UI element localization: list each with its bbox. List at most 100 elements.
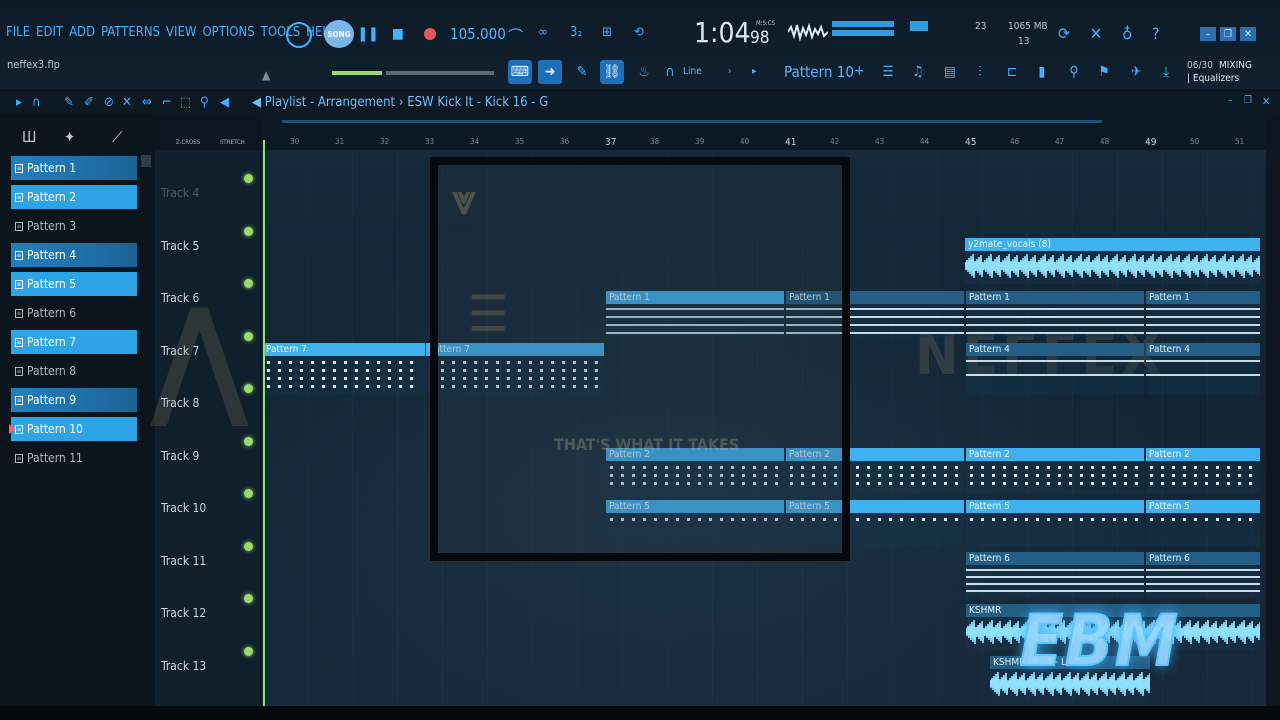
master-volume-slider[interactable] — [386, 71, 494, 75]
clip-header[interactable]: Pattern 4 — [966, 343, 1144, 356]
help-icon[interactable]: ? — [1152, 24, 1160, 43]
track-mute-led[interactable] — [244, 226, 253, 236]
playlist-icon[interactable]: ☰ — [876, 60, 900, 84]
pattern-item[interactable]: ≡ Pattern 7 — [11, 330, 137, 354]
track-mute-led[interactable] — [244, 594, 253, 603]
playlist-menu-icon[interactable]: ▸ — [16, 95, 22, 110]
speaker-icon[interactable]: ◀ — [252, 95, 261, 110]
picker-patterns-tab[interactable]: Ш — [22, 128, 36, 146]
undo-icon[interactable]: ⟳ — [1058, 24, 1070, 43]
track-label[interactable]: Track 10 — [161, 501, 206, 515]
loop-record-icon[interactable]: ⟲ — [634, 25, 644, 40]
metronome-icon[interactable]: ⌒ — [508, 25, 523, 46]
chevron-right-icon[interactable]: › — [728, 66, 732, 77]
clip-header[interactable]: Pattern 6 — [1146, 552, 1260, 565]
playlist-clip[interactable]: Pattern 5 — [1146, 500, 1260, 546]
select-icon[interactable]: ⬚ — [180, 95, 191, 110]
master-volume-knob[interactable] — [286, 22, 312, 48]
track-mute-led[interactable] — [244, 174, 253, 183]
download-icon[interactable]: ⤓ — [1154, 60, 1178, 84]
pattern-item[interactable]: ≡ Pattern 4 — [11, 243, 137, 267]
pattern-item[interactable]: ≡ Pattern 1 — [11, 156, 137, 180]
arrow-tool-button[interactable]: ➜ — [538, 60, 562, 84]
track-label[interactable]: Track 4 — [161, 186, 199, 200]
clip-header[interactable]: Pattern 1 — [966, 291, 1144, 304]
slip-icon[interactable]: ⇔ — [142, 95, 152, 110]
clip-header[interactable]: Pattern 5 — [1146, 500, 1260, 513]
tempo-tapper-icon[interactable]: ✈ — [1124, 60, 1148, 84]
time-format-label[interactable]: M:S:CS — [756, 20, 775, 27]
pattern-item[interactable]: ≡ Pattern 10 — [9, 417, 137, 441]
piano-roll-button[interactable]: ⌨ — [508, 60, 532, 84]
playlist-clip[interactable]: Pattern 1 — [1146, 291, 1260, 337]
playlist-clip[interactable]: Pattern 1 — [966, 291, 1144, 337]
zoom-icon[interactable]: ⚲ — [200, 95, 209, 110]
track-mute-led[interactable] — [244, 646, 253, 656]
tools-icon[interactable]: ✕ — [1090, 24, 1102, 43]
clip-header[interactable]: y2mate_vocals (8) — [965, 238, 1260, 251]
menu-patterns[interactable]: PATTERNS — [101, 25, 160, 40]
playback-icon[interactable]: ◀ — [220, 95, 229, 110]
restore-icon[interactable]: ❐ — [1220, 27, 1236, 41]
plugin-icon[interactable]: ⚲ — [1062, 60, 1086, 84]
snap-magnet-icon[interactable]: ∩ — [32, 95, 41, 110]
tempo-display[interactable]: 105.000 — [450, 25, 506, 43]
pattern-item[interactable]: ≡ Pattern 8 — [11, 359, 137, 383]
clip-header[interactable]: Pattern 5 — [966, 500, 1144, 513]
pattern-item[interactable]: ≡ Pattern 3 — [11, 214, 137, 238]
pattern-item[interactable]: ≡ Pattern 11 — [11, 446, 137, 470]
playlist-clip[interactable]: Pattern 5 — [966, 500, 1144, 546]
pause-icon[interactable]: ❚❚ — [357, 26, 378, 42]
track-mute-led[interactable] — [244, 541, 253, 551]
playlist-overview[interactable] — [262, 115, 1266, 132]
menu-add[interactable]: ADD — [69, 25, 95, 40]
menu-options[interactable]: OPTIONS — [202, 25, 254, 40]
mixer-icon[interactable]: ⫶ — [968, 60, 992, 84]
playlist-clip[interactable]: Pattern 4 — [1146, 343, 1260, 395]
piano-roll-icon[interactable]: ♫ — [906, 60, 930, 84]
pattern-item[interactable]: ≡ Pattern 5 — [11, 272, 137, 296]
picker-automation-tab[interactable]: ⟋ — [112, 128, 123, 146]
stretch-label[interactable]: STRETCH — [220, 139, 245, 146]
track-label[interactable]: Track 9 — [161, 449, 199, 463]
playlist-clip[interactable]: Pattern 2 — [1146, 448, 1260, 494]
playhead[interactable] — [263, 140, 265, 706]
timeline-ruler[interactable]: 30 31 32 33 34 35 36 37 38 39 40 41 42 43 44 45 46 47 48 49… — [262, 132, 1266, 150]
picker-audio-tab[interactable]: ✦ — [64, 128, 75, 146]
link-tool-button[interactable]: ⛓ — [600, 60, 624, 84]
magnet-icon[interactable]: ∩ — [658, 60, 682, 84]
playlist-clip[interactable]: Pattern 6 — [966, 552, 1144, 598]
wait-input-icon[interactable]: ∞ — [538, 25, 548, 40]
microphone-icon[interactable]: ♁ — [1122, 24, 1133, 43]
clip-header[interactable]: Pattern 2 — [966, 448, 1144, 461]
track-label[interactable]: Track 12 — [161, 606, 206, 620]
step-edit-icon[interactable]: ⊞ — [602, 25, 612, 40]
track-mute-led[interactable] — [244, 436, 253, 446]
playlist-clip[interactable]: y2mate_vocals (8) — [965, 238, 1260, 284]
paint-icon[interactable]: ✐ — [84, 95, 94, 110]
pattern-selector[interactable]: Pattern 10 — [784, 63, 854, 81]
playlist-clip[interactable]: Pattern 4 — [966, 343, 1144, 395]
channel-rack-icon[interactable]: ▤ — [938, 60, 962, 84]
close-icon[interactable]: ✕ — [1240, 27, 1256, 41]
draw-icon[interactable]: ✎ — [64, 95, 74, 110]
delete-icon[interactable]: ⊘ — [104, 95, 114, 110]
playlist-minimize-icon[interactable]: – — [1228, 95, 1233, 106]
record-button[interactable] — [424, 28, 436, 40]
browser-icon[interactable]: ⊏ — [1000, 60, 1024, 84]
pattern-item[interactable]: ≡ Pattern 9 — [11, 388, 137, 412]
clip-header[interactable]: Pattern 6 — [966, 552, 1144, 565]
minimize-icon[interactable]: – — [1200, 27, 1216, 41]
playlist-maximize-icon[interactable]: ❐ — [1244, 95, 1252, 106]
pattern-item[interactable]: ≡ Pattern 2 — [11, 185, 137, 209]
playlist-clip[interactable]: Pattern 7 — [263, 343, 425, 395]
menu-edit[interactable]: EDIT — [36, 25, 63, 40]
stop-icon[interactable]: ■ — [390, 26, 406, 42]
track-label[interactable]: Track 5 — [161, 239, 199, 253]
lock-icon[interactable]: ▲ — [262, 68, 270, 82]
crossfade-label[interactable]: Z-CROSS — [176, 139, 200, 146]
play-small-icon[interactable]: ▸ — [752, 66, 757, 77]
playlist-clip[interactable]: Pattern 2 — [966, 448, 1144, 494]
track-label[interactable]: Track 11 — [161, 554, 206, 568]
clip-header[interactable]: Pattern 7 — [263, 343, 425, 356]
